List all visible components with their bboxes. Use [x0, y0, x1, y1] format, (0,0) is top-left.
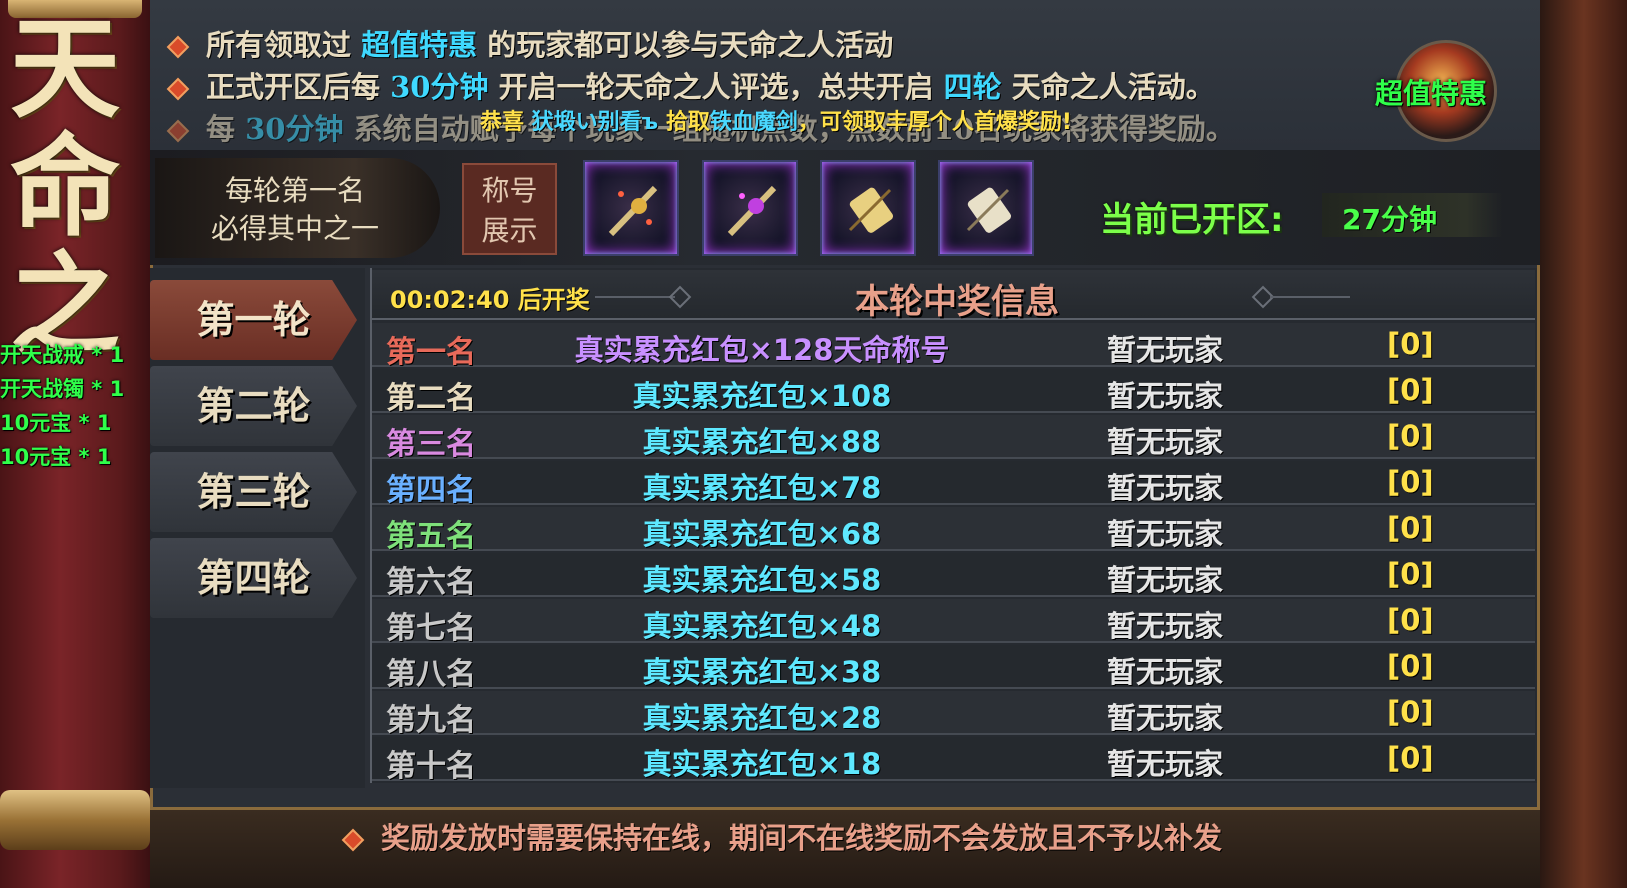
table-row: 第一名 真实累充红包×128天命称号 暂无玩家 [0]	[372, 323, 1535, 370]
table-row: 第七名 真实累充红包×48 暂无玩家 [0]	[372, 599, 1535, 646]
reward-label: 真实累充红包×38	[642, 655, 882, 689]
points-value: [0]	[1387, 649, 1434, 683]
scroll-rod-bottom	[0, 790, 150, 850]
reward-item-slot[interactable]	[702, 160, 798, 256]
side-reward-item: 10元宝 * 1	[0, 445, 112, 469]
side-reward-list: 开天战戒 * 1 开天战镯 * 1 10元宝 * 1 10元宝 * 1	[0, 338, 160, 474]
player-name: 暂无玩家	[1107, 655, 1224, 689]
reward-item-slot[interactable]	[820, 160, 916, 256]
points-value: [0]	[1387, 695, 1434, 729]
footer-notice: 奖励发放时需要保持在线，期间不在线奖励不会发放且不予以补发	[341, 815, 1222, 857]
player-name: 暂无玩家	[1107, 747, 1224, 781]
points-value: [0]	[1387, 419, 1434, 453]
rank-label: 第五名	[386, 519, 476, 554]
reward-label: 真实累充红包×28	[642, 701, 882, 735]
rank-label: 第四名	[386, 473, 476, 508]
rank-label: 第三名	[386, 427, 476, 462]
rank-label: 第一名	[386, 335, 476, 370]
player-name: 暂无玩家	[1107, 471, 1224, 505]
rank-label: 第十名	[386, 749, 476, 784]
tab-round-2[interactable]: 第二轮	[150, 366, 357, 446]
reward-label: 真实累充红包×108	[632, 379, 892, 413]
reward-item-slot[interactable]	[583, 160, 679, 256]
reward-label: 真实累充红包×58	[642, 563, 882, 597]
rank-label: 第八名	[386, 657, 476, 692]
player-name: 暂无玩家	[1107, 609, 1224, 643]
player-name: 暂无玩家	[1107, 379, 1224, 413]
player-name: 暂无玩家	[1107, 701, 1224, 735]
server-open-label: 当前已开区:	[1100, 200, 1284, 240]
header-divider	[595, 296, 675, 298]
table-row: 第三名 真实累充红包×88 暂无玩家 [0]	[372, 415, 1535, 462]
draw-countdown: 00:02:40 后开奖	[390, 286, 590, 314]
points-value: [0]	[1387, 327, 1434, 361]
reward-label: 真实累充红包×68	[642, 517, 882, 551]
table-title: 本轮中奖信息	[855, 282, 1059, 322]
rule-line-2: 正式开区后每 30分钟 开启一轮天命之人评选，总共开启 四轮 天命之人活动。	[166, 64, 1215, 104]
points-value: [0]	[1387, 557, 1434, 591]
weapon-icon	[608, 185, 658, 237]
tab-round-3[interactable]: 第三轮	[150, 452, 357, 532]
weapon-icon	[727, 185, 777, 237]
diamond-bullet-icon	[166, 77, 190, 101]
scroll-item-icon	[966, 187, 1012, 233]
system-broadcast: 恭喜 犾塅い别看ъ 拾取铁血魔剑，可领取丰厚个人首爆奖励!	[480, 110, 1072, 135]
first-place-text: 每轮第一名 必得其中之一	[210, 174, 379, 245]
reward-item-slot[interactable]	[938, 160, 1034, 256]
promo-button-label[interactable]: 超值特惠	[1375, 72, 1487, 112]
rank-label: 第二名	[386, 381, 476, 416]
table-row: 第十名 真实累充红包×18 暂无玩家 [0]	[372, 737, 1535, 784]
rule-line-1: 所有领取过 超值特惠 的玩家都可以参与天命之人活动	[166, 22, 893, 62]
diamond-bullet-icon	[166, 119, 190, 143]
rank-label: 第七名	[386, 611, 476, 646]
side-reward-item: 开天战镯 * 1	[0, 377, 125, 401]
reward-label: 真实累充红包×128天命称号	[574, 333, 950, 367]
player-name: 暂无玩家	[1107, 517, 1224, 551]
tab-round-1[interactable]: 第一轮	[150, 280, 357, 360]
rank-label: 第九名	[386, 703, 476, 738]
table-row: 第九名 真实累充红包×28 暂无玩家 [0]	[372, 691, 1535, 738]
table-row: 第八名 真实累充红包×38 暂无玩家 [0]	[372, 645, 1535, 692]
reward-label: 真实累充红包×78	[642, 471, 882, 505]
reward-label: 真实累充红包×88	[642, 425, 882, 459]
reward-label: 真实累充红包×48	[642, 609, 882, 643]
table-row: 第四名 真实累充红包×78 暂无玩家 [0]	[372, 461, 1535, 508]
scroll-title-char-2: 命	[10, 122, 120, 251]
scroll-item-icon	[848, 187, 894, 233]
reward-label: 真实累充红包×18	[642, 747, 882, 781]
player-name: 暂无玩家	[1107, 333, 1224, 367]
points-value: [0]	[1387, 511, 1434, 545]
right-frame-edge	[1540, 0, 1627, 888]
table-row: 第五名 真实累充红包×68 暂无玩家 [0]	[372, 507, 1535, 554]
header-divider	[1270, 296, 1350, 298]
player-name: 暂无玩家	[1107, 425, 1224, 459]
title-showcase-button[interactable]: 称号 展示	[462, 163, 557, 255]
points-value: [0]	[1387, 373, 1434, 407]
diamond-bullet-icon	[166, 35, 190, 59]
side-reward-item: 开天战戒 * 1	[0, 343, 125, 367]
side-reward-item: 10元宝 * 1	[0, 411, 112, 435]
player-name: 暂无玩家	[1107, 563, 1224, 597]
tab-round-4[interactable]: 第四轮	[150, 538, 357, 618]
server-open-time: 27分钟	[1342, 203, 1437, 236]
points-value: [0]	[1387, 741, 1434, 775]
points-value: [0]	[1387, 465, 1434, 499]
rank-label: 第六名	[386, 565, 476, 600]
points-value: [0]	[1387, 603, 1434, 637]
scroll-title: 天 命 之	[0, 10, 130, 364]
table-row: 第二名 真实累充红包×108 暂无玩家 [0]	[372, 369, 1535, 416]
table-row: 第六名 真实累充红包×58 暂无玩家 [0]	[372, 553, 1535, 600]
diamond-bullet-icon	[341, 828, 365, 852]
scroll-title-char-1: 天	[10, 4, 120, 133]
